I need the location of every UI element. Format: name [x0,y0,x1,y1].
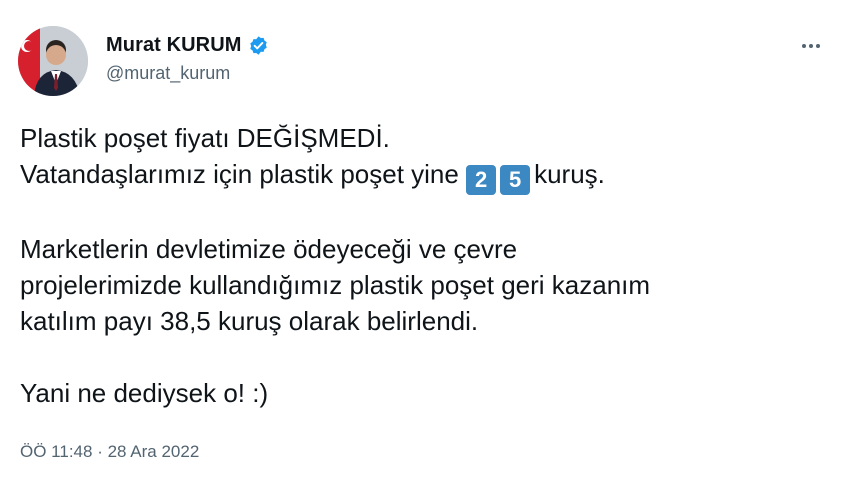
tweet-card: Murat KURUM @murat_kurum Plastik poşet f… [0,0,850,480]
keycap-digit-5-icon: 5 [500,165,531,195]
handle[interactable]: @murat_kurum [106,63,269,84]
author-name-row: Murat KURUM [106,34,269,57]
tweet-timestamp[interactable]: ÖÖ 11:48 · 28 Ara 2022 [20,442,199,462]
avatar-image [18,26,88,96]
tweet-time[interactable]: ÖÖ 11:48 [20,442,92,461]
meta-separator: · [97,442,103,461]
tweet-body: Plastik poşet fiyatı DEĞİŞMEDİ. Vatandaş… [20,120,830,411]
avatar[interactable] [18,26,88,96]
tweet-line-1: Plastik poşet fiyatı DEĞİŞMEDİ. [20,123,390,153]
more-dot [816,44,820,48]
tweet-para-2-line-1: Marketlerin devletimize ödeyeceği ve çev… [20,234,518,264]
verified-badge-icon [249,36,267,55]
more-options-icon[interactable] [796,36,826,56]
tweet-line-2-text: Vatandaşlarımız için plastik poşet yine [20,159,459,189]
display-name[interactable]: Murat KURUM [106,34,242,57]
more-dot [809,44,813,48]
more-dot [802,44,806,48]
tweet-date[interactable]: 28 Ara 2022 [108,442,200,461]
tweet-line-2-suffix: kuruş. [534,159,605,189]
tweet-para-2-line-3: katılım payı 38,5 kuruş olarak belirlend… [20,306,479,336]
author-info: Murat KURUM @murat_kurum [106,34,269,84]
tweet-para-2-line-2: projelerimizde kullandığımız plastik poş… [20,270,651,300]
keycap-digit-2-icon: 2 [466,165,497,195]
tweet-para-3: Yani ne dediysek o! :) [20,378,269,408]
tweet-line-2: Vatandaşlarımız için plastik poşet yine … [20,156,830,195]
